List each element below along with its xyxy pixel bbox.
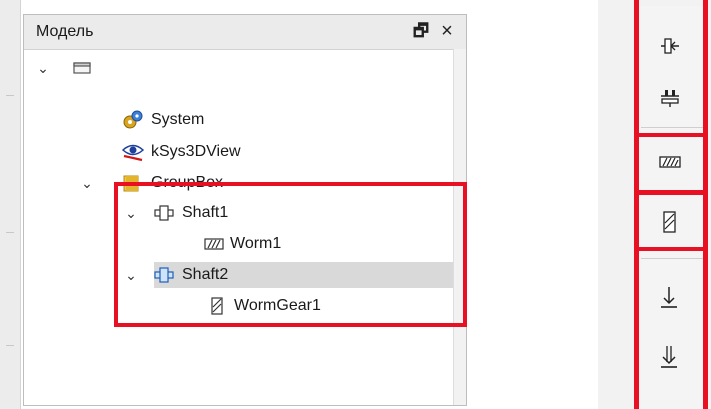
load-down-double-icon xyxy=(661,346,677,368)
close-panel-button[interactable]: × xyxy=(436,19,458,43)
worm-gear-icon xyxy=(663,211,676,233)
toolbar-separator xyxy=(641,127,703,128)
tree-item-ksys3dview[interactable]: kSys3DView xyxy=(24,139,454,165)
toolbar-separator xyxy=(641,258,703,259)
expand-toggle[interactable]: ⌄ xyxy=(34,55,52,81)
load-down-double-button[interactable] xyxy=(649,340,689,376)
tree-item-label: Worm1 xyxy=(230,235,282,252)
tree-item-shaft2[interactable]: Shaft2 xyxy=(154,262,454,288)
tree-item-wormgear1[interactable]: WormGear1 xyxy=(24,293,454,319)
folder-icon xyxy=(122,173,142,193)
highlight-bar-left xyxy=(634,0,639,409)
float-panel-button[interactable]: 🗗 xyxy=(410,19,432,43)
panel-header: Модель 🗗 × xyxy=(24,15,466,50)
worm-button[interactable] xyxy=(649,144,689,180)
right-toolbar xyxy=(634,6,709,409)
tree-expander-shaft2: ⌄ xyxy=(24,262,137,288)
document-root-icon xyxy=(72,59,92,77)
eye-3dview-icon xyxy=(121,142,145,162)
load-down-button[interactable] xyxy=(649,281,689,317)
highlight-divider xyxy=(634,190,708,195)
tree-item-shaft1[interactable]: ⌄ Shaft1 xyxy=(24,200,454,226)
tree-item-label: Shaft1 xyxy=(182,204,229,221)
support-button[interactable] xyxy=(649,80,689,116)
tree-item-groupbox[interactable]: ⌄ GroupBox xyxy=(24,170,454,196)
gutter-tick xyxy=(6,345,14,346)
tree-item-label: System xyxy=(151,111,205,128)
shaft-insert-icon xyxy=(661,38,679,54)
support-icon xyxy=(661,90,679,107)
tree-item-worm1[interactable]: Worm1 xyxy=(24,231,454,257)
worm-gear-icon xyxy=(208,296,228,315)
tree-scrollbar[interactable] xyxy=(453,49,466,405)
tree-item-label: GroupBox xyxy=(151,174,224,191)
model-tree-panel: Модель 🗗 × ⌄ System kSys3DView ⌄ GroupBo… xyxy=(23,14,467,406)
expand-toggle[interactable]: ⌄ xyxy=(122,262,140,288)
worm-gear-button[interactable] xyxy=(649,204,689,240)
highlight-bar-right xyxy=(703,0,708,409)
model-tree: ⌄ System kSys3DView ⌄ GroupBox ⌄ Shaft1 … xyxy=(24,49,466,405)
worm-icon xyxy=(659,156,681,168)
system-gears-icon xyxy=(122,109,144,131)
tree-item-label: kSys3DView xyxy=(151,143,241,160)
tree-item-system[interactable]: System xyxy=(24,107,454,133)
tree-item-label: Shaft2 xyxy=(182,266,229,283)
expand-toggle[interactable]: ⌄ xyxy=(122,200,140,226)
shaft-insert-button[interactable] xyxy=(649,28,689,64)
tree-item-label: WormGear1 xyxy=(234,297,321,314)
panel-title: Модель xyxy=(36,23,94,40)
load-down-icon xyxy=(661,287,677,308)
expand-toggle[interactable]: ⌄ xyxy=(78,170,96,196)
worm-icon xyxy=(204,235,224,253)
shaft-icon xyxy=(154,204,174,222)
tree-item-root[interactable]: ⌄ xyxy=(24,55,454,81)
gutter-tick xyxy=(6,95,14,96)
shaft-icon xyxy=(154,266,174,284)
gutter-tick xyxy=(6,232,14,233)
left-gutter xyxy=(0,0,21,409)
